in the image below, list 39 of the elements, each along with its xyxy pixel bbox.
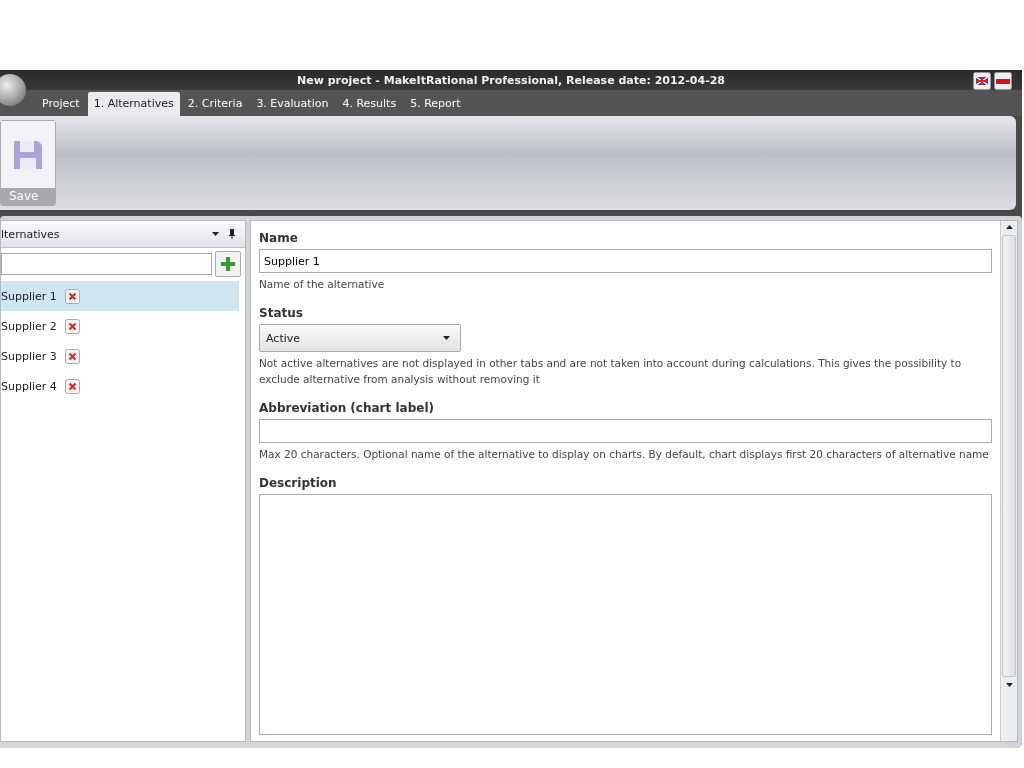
tab[interactable]: 5. Report <box>404 92 467 116</box>
alternative-item[interactable]: Supplier 3 <box>1 341 239 371</box>
field-label: Abbreviation (chart label) <box>259 401 435 415</box>
pin-icon[interactable] <box>229 229 235 239</box>
alternative-item[interactable]: Supplier 1 <box>1 281 239 311</box>
field-label: Status <box>259 306 304 320</box>
scroll-down-icon[interactable] <box>1005 683 1013 687</box>
panel-title: lternatives <box>1 227 61 241</box>
alternative-item[interactable]: Supplier 4 <box>1 371 239 401</box>
delete-icon[interactable] <box>64 318 80 334</box>
dropdown-arrow-icon[interactable] <box>212 232 219 236</box>
scrollbar[interactable] <box>1000 221 1017 741</box>
app-orb-icon[interactable] <box>0 74 26 106</box>
delete-icon[interactable] <box>64 378 80 394</box>
window-title: New project - MakeItRational Professional, Release date: 2012-04-28 <box>296 73 726 87</box>
add-button[interactable] <box>215 251 241 277</box>
field-hint: Max 20 characters. Optional name of the alternative to display on charts. By default, chart displays first 20 characters of alternative name <box>259 447 990 462</box>
delete-icon[interactable] <box>64 288 80 304</box>
field-hint: Name of the alternative <box>259 277 386 292</box>
scroll-up-icon[interactable] <box>1005 225 1013 229</box>
tab[interactable]: 1. Alternatives <box>87 92 180 116</box>
dropdown-arrow-icon <box>443 336 450 340</box>
tab[interactable]: 3. Evaluation <box>250 92 335 116</box>
tab[interactable]: Project <box>36 92 86 116</box>
field-label: Name <box>259 231 299 245</box>
delete-icon[interactable] <box>64 348 80 364</box>
tab[interactable]: 4. Results <box>336 92 403 116</box>
status-dropdown[interactable]: Active <box>259 324 461 352</box>
description-field[interactable] <box>259 494 992 735</box>
plus-icon <box>220 256 236 272</box>
field-hint: Not active alternatives are not displayed in other tabs and are not taken into account during calculations. This gives the possibility to exclude alternative from analysis without removing it <box>259 356 963 387</box>
minimize-icon[interactable] <box>994 72 1012 90</box>
flag-icon[interactable] <box>973 72 991 90</box>
text-field[interactable]: Supplier 1 <box>259 249 992 273</box>
new-alternative-field[interactable] <box>1 253 212 275</box>
tab[interactable]: 2. Criteria <box>181 92 249 116</box>
text-field[interactable] <box>259 419 992 443</box>
alternative-item[interactable]: Supplier 2 <box>1 311 239 341</box>
field-label: Description <box>259 476 338 490</box>
